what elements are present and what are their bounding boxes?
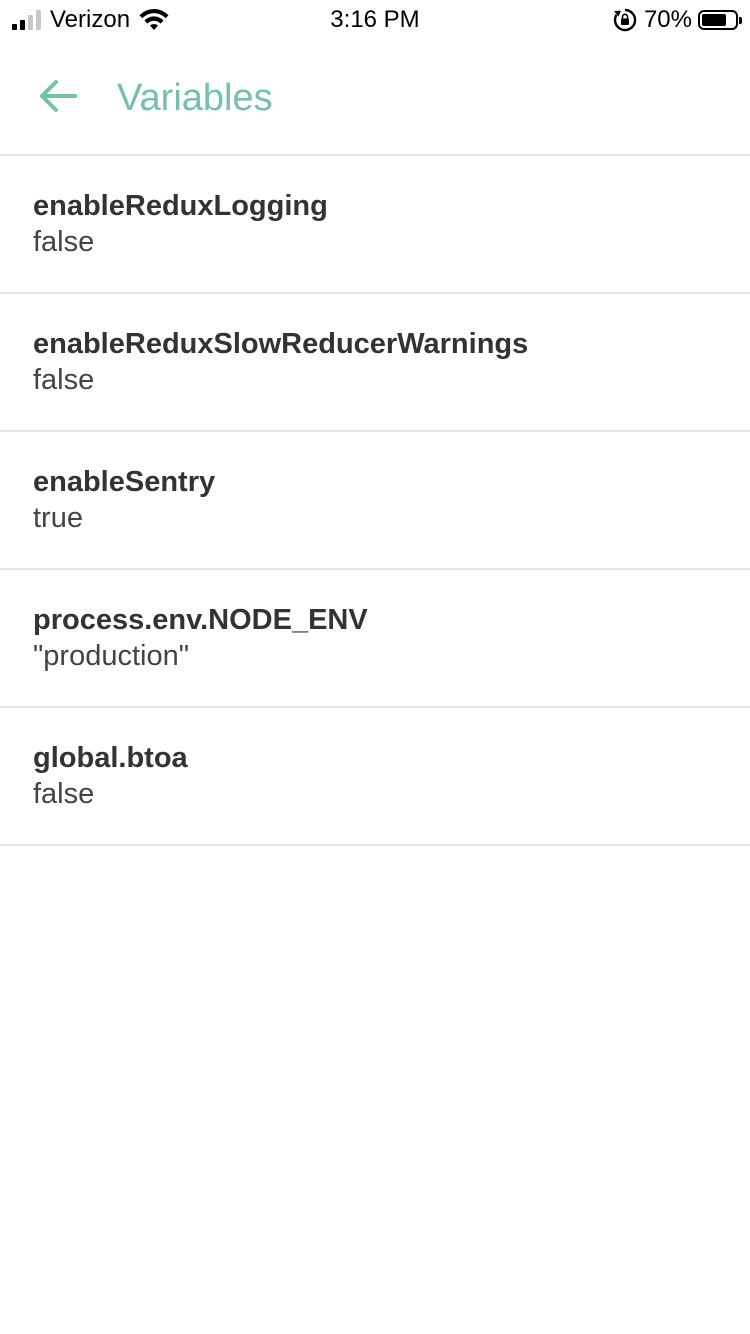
status-right: 70% bbox=[612, 6, 742, 34]
arrow-left-icon bbox=[40, 80, 77, 112]
variable-name: enableReduxLogging bbox=[33, 190, 328, 222]
status-bar: Verizon 3:16 PM 70% bbox=[0, 0, 750, 40]
variables-list: enableReduxLogging false enableReduxSlow… bbox=[0, 156, 750, 846]
battery-percent: 70% bbox=[643, 6, 692, 33]
page-title: Variables bbox=[117, 77, 273, 119]
variable-name: enableReduxSlowReducerWarnings bbox=[33, 328, 529, 360]
battery-icon bbox=[698, 10, 742, 30]
variable-value: false bbox=[33, 364, 95, 396]
variable-row[interactable]: enableSentry true bbox=[0, 432, 750, 570]
variable-value: false bbox=[33, 778, 95, 810]
variable-row[interactable]: process.env.NODE_ENV "production" bbox=[0, 570, 750, 708]
variable-row[interactable]: global.btoa false bbox=[0, 708, 750, 846]
variable-row[interactable]: enableReduxLogging false bbox=[0, 156, 750, 294]
variable-name: enableSentry bbox=[33, 466, 216, 498]
variable-value: true bbox=[33, 502, 83, 534]
variable-name: process.env.NODE_ENV bbox=[33, 604, 368, 636]
back-button[interactable] bbox=[32, 70, 84, 122]
variable-value: "production" bbox=[33, 640, 190, 672]
orientation-lock-icon bbox=[613, 8, 637, 32]
app-header: Variables bbox=[0, 40, 750, 156]
variable-value: false bbox=[33, 226, 95, 258]
variable-name: global.btoa bbox=[33, 742, 188, 774]
variable-row[interactable]: enableReduxSlowReducerWarnings false bbox=[0, 294, 750, 432]
